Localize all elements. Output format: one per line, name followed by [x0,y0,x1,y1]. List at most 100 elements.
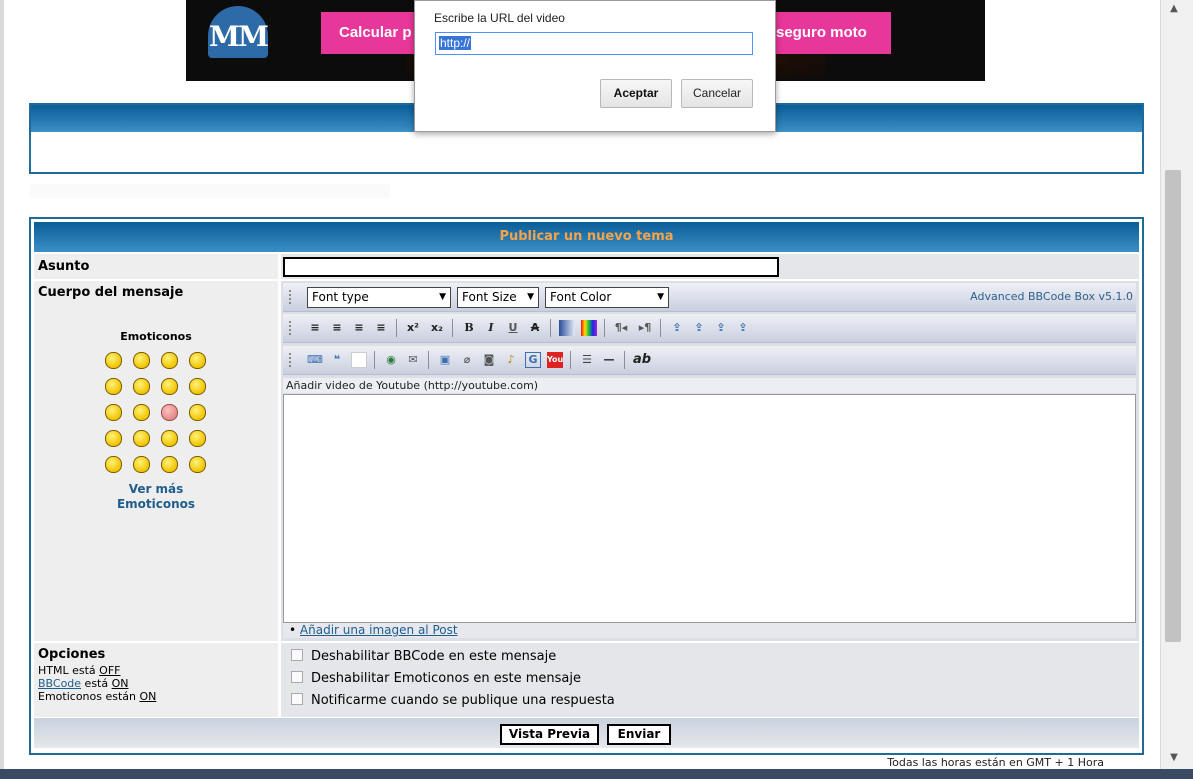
emoticon-arrow-icon[interactable] [189,456,206,473]
disable-emoticons-option[interactable]: Deshabilitar Emoticonos en este mensaje [291,671,581,687]
emoticon-sad-icon[interactable] [161,352,178,369]
add-image-link[interactable]: Añadir una imagen al Post [300,623,458,637]
preview-button[interactable]: Vista Previa [500,724,599,745]
message-body-textarea[interactable] [283,394,1136,623]
align-left-icon[interactable]: ≡ [307,320,323,336]
video-url-input[interactable]: http:// [435,32,753,55]
emoticon-surprised-icon[interactable] [189,352,206,369]
rtl-icon[interactable]: ¶◂ [613,320,629,336]
align-right-icon[interactable]: ≡ [351,320,367,336]
body-label: Cuerpo del mensaje [38,285,184,300]
video-icon[interactable]: ◙ [481,352,497,368]
subject-label-cell: Asunto [34,254,278,279]
emoticon-smile-icon[interactable] [133,352,150,369]
rainbow-icon[interactable] [581,320,597,336]
checkbox[interactable] [291,693,303,705]
emoticon-exclaim-icon[interactable] [105,456,122,473]
quote-icon[interactable]: ❝ [329,352,345,368]
emoticon-evil-icon[interactable] [105,430,122,447]
strikethrough-icon[interactable]: A [527,320,543,336]
font-color-value: Font Color [550,290,612,304]
emoticon-wink-icon[interactable] [189,430,206,447]
font-size-select[interactable]: Font Size ▼ [457,287,539,308]
list-icon[interactable]: ☰ [579,352,595,368]
youtube-icon[interactable]: You [547,352,563,368]
checkbox[interactable] [291,671,303,683]
dropdown-arrow-icon: ▼ [439,292,446,302]
body-label-cell: Cuerpo del mensaje Emoticonos Ver más Em… [34,281,278,641]
ad-moto-button[interactable]: seguro moto [761,12,891,54]
emoticon-rolleyes-icon[interactable] [161,430,178,447]
sound-icon[interactable]: ♪ [503,352,519,368]
superscript-icon[interactable]: x² [405,320,421,336]
google-video-icon[interactable]: G [525,352,541,368]
emoticon-cool-icon[interactable] [161,378,178,395]
options-label-cell: Opciones HTML está OFF BBCode está ON Em… [34,643,278,717]
redacted-header-text [35,137,1135,165]
dropdown-arrow-icon: ▼ [657,292,664,302]
email-icon[interactable]: ✉ [405,352,421,368]
upload-icon[interactable]: ⇪ [669,320,685,336]
emoticon-cry-icon[interactable] [189,404,206,421]
notify-reply-label: Notificarme cuando se publique una respu… [311,693,615,708]
ad-calc-button[interactable]: Calcular p [321,12,421,54]
emoticons-status-value: ON [139,690,157,703]
font-type-select[interactable]: Font type ▼ [307,287,451,308]
emoticon-twisted-icon[interactable] [133,430,150,447]
bbcode-version: Advanced BBCode Box v5.1.0 [970,290,1133,303]
subscript-icon[interactable]: x₂ [429,320,445,336]
scroll-down-icon[interactable]: ▼ [1169,753,1179,763]
bbcode-status-value: ON [111,677,129,690]
emoticon-biggrin-icon[interactable] [105,352,122,369]
bbcode-link[interactable]: BBCode [38,677,81,690]
vertical-scrollbar[interactable]: ▲ ▼ [1160,0,1193,769]
horizontal-rule-icon[interactable]: — [601,352,617,368]
link-icon[interactable]: ◉ [383,352,399,368]
emoticon-lol-icon[interactable] [189,378,206,395]
body-row: Cuerpo del mensaje Emoticonos Ver más Em… [34,281,1139,641]
emoticon-razz-icon[interactable] [133,404,150,421]
code-icon[interactable]: ⌨ [307,352,323,368]
upload-attachment-icon[interactable]: ⇪ [735,320,751,336]
flash-icon[interactable]: ⌀ [459,352,475,368]
emoticon-confused-icon[interactable] [133,378,150,395]
scroll-up-icon[interactable]: ▲ [1169,4,1179,14]
image-icon[interactable]: ▣ [437,352,453,368]
accept-button[interactable]: Aceptar [600,79,672,108]
bold-icon[interactable]: B [461,320,477,336]
align-center-icon[interactable]: ≡ [329,320,345,336]
emoticon-embarrassed-icon[interactable] [161,404,178,421]
upload-file-icon[interactable]: ⇪ [713,320,729,336]
toolbar-grip [289,353,294,367]
add-image-row: • Añadir una imagen al Post [283,623,1136,638]
align-justify-icon[interactable]: ≡ [373,320,389,336]
video-url-dialog: Escribe la URL del video http:// Aceptar… [414,0,776,132]
toolbar-separator [428,351,429,369]
emoticon-idea-icon[interactable] [161,456,178,473]
notify-reply-option[interactable]: Notificarme cuando se publique una respu… [291,693,615,709]
emoticon-question-icon[interactable] [133,456,150,473]
checkbox[interactable] [291,649,303,661]
emoticon-mad-icon[interactable] [105,404,122,421]
subject-input[interactable] [283,257,779,277]
upload-image-icon[interactable]: ⇪ [691,320,707,336]
bbcode-status: BBCode está ON [38,677,129,690]
underline-icon[interactable]: U [505,320,521,336]
disable-bbcode-option[interactable]: Deshabilitar BBCode en este mensaje [291,649,556,665]
toolbar-separator [660,319,661,337]
video-url-value: http:// [439,36,472,50]
send-button[interactable]: Enviar [607,724,671,745]
abbr-icon[interactable]: ab [633,352,651,368]
italic-icon[interactable]: I [483,320,499,336]
toolbar-grip [289,290,294,304]
gradient-icon[interactable] [559,320,575,336]
emoticon-eek-icon[interactable] [105,378,122,395]
more-emoticons-link-line1[interactable]: Ver más [34,482,278,496]
scrollbar-thumb[interactable] [1165,170,1181,642]
font-color-select[interactable]: Font Color ▼ [545,287,669,308]
more-emoticons-link-line2[interactable]: Emoticonos [34,497,278,511]
html-status: HTML está OFF [38,664,120,677]
ltr-icon[interactable]: ▸¶ [637,320,653,336]
cancel-button[interactable]: Cancelar [681,79,753,108]
spoiler-icon[interactable] [351,352,367,368]
